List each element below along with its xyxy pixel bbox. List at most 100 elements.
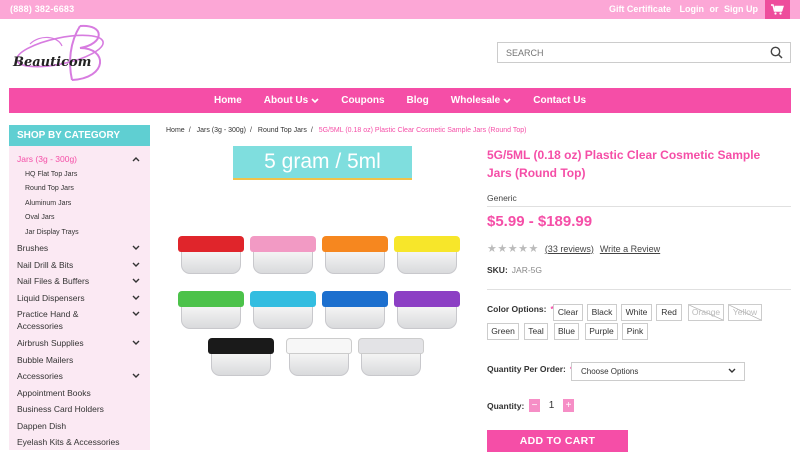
quantity-increase-button[interactable]: + bbox=[563, 399, 574, 412]
sidebar-item-jars[interactable]: Jars (3g - 300g) bbox=[9, 151, 150, 168]
jar-image bbox=[394, 236, 460, 274]
logo-text: Beauticom bbox=[13, 55, 92, 70]
product-title: 5G/5ML (0.18 oz) Plastic Clear Cosmetic … bbox=[487, 148, 761, 180]
sidebar-subitem-aluminum-jars[interactable]: Aluminum Jars bbox=[9, 197, 150, 212]
nav-about-us[interactable]: About Us bbox=[264, 95, 319, 106]
color-option-green[interactable]: Green bbox=[487, 323, 519, 340]
jar-body bbox=[397, 307, 457, 329]
jar-body bbox=[325, 252, 385, 274]
quantity-input[interactable]: 1 bbox=[540, 400, 563, 411]
sidebar-item-label: Brushes bbox=[17, 243, 49, 254]
quantity-label: Quantity: bbox=[487, 401, 525, 411]
rating-stars: ★★★★★ bbox=[487, 243, 539, 255]
sidebar-item-nail-files[interactable]: Nail Files & Buffers bbox=[9, 273, 150, 290]
sidebar-item-brushes[interactable]: Brushes bbox=[9, 240, 150, 257]
jar-image bbox=[178, 236, 244, 274]
nav-blog[interactable]: Blog bbox=[407, 95, 429, 106]
sidebar-subitem-oval-jars[interactable]: Oval Jars bbox=[9, 211, 150, 226]
chevron-down-icon[interactable] bbox=[132, 295, 140, 301]
reviews-link[interactable]: (33 reviews) bbox=[545, 244, 594, 254]
sidebar-item-practice-hand[interactable]: Practice Hand & Accessories bbox=[9, 306, 150, 335]
jar-lid bbox=[250, 236, 316, 252]
main-nav: Home About Us Coupons Blog Wholesale Con… bbox=[9, 88, 791, 113]
sidebar-item-airbrush-supplies[interactable]: Airbrush Supplies bbox=[9, 335, 150, 352]
sidebar-item-label: Jars (3g - 300g) bbox=[17, 154, 77, 164]
sidebar-item-label: Nail Drill & Bits bbox=[17, 259, 74, 270]
jar-lid bbox=[178, 236, 244, 252]
sidebar-subitem-jar-display-trays[interactable]: Jar Display Trays bbox=[9, 226, 150, 241]
breadcrumb-round-top-jars[interactable]: Round Top Jars bbox=[258, 127, 307, 134]
chevron-down-icon[interactable] bbox=[132, 262, 140, 268]
sidebar-item-bubble-mailers[interactable]: Bubble Mailers bbox=[9, 352, 150, 369]
search-input[interactable] bbox=[498, 43, 758, 63]
image-banner: 5 gram / 5ml bbox=[233, 146, 412, 180]
chevron-down-icon[interactable] bbox=[132, 278, 140, 284]
sku-label: SKU: bbox=[487, 265, 508, 275]
color-option-white[interactable]: White bbox=[621, 304, 652, 321]
jar-lid bbox=[250, 291, 316, 307]
jar-image bbox=[250, 236, 316, 274]
category-list: Jars (3g - 300g) HQ Flat Top Jars Round … bbox=[9, 151, 150, 451]
nav-wholesale[interactable]: Wholesale bbox=[451, 95, 511, 106]
product-image[interactable]: 5 gram / 5ml bbox=[166, 146, 478, 450]
product-brand[interactable]: Generic bbox=[487, 193, 517, 203]
jar-lid bbox=[208, 338, 274, 354]
color-option-teal[interactable]: Teal bbox=[524, 323, 548, 340]
select-value: Choose Options bbox=[581, 367, 639, 376]
color-option-purple[interactable]: Purple bbox=[585, 323, 618, 340]
chevron-down-icon bbox=[311, 97, 319, 103]
color-options-label: Color Options:* bbox=[487, 304, 554, 314]
quantity-per-order-select[interactable]: Choose Options bbox=[571, 362, 745, 381]
site-logo[interactable] bbox=[10, 22, 110, 84]
chevron-up-icon[interactable] bbox=[132, 156, 140, 162]
write-review-link[interactable]: Write a Review bbox=[600, 244, 660, 254]
color-option-blue[interactable]: Blue bbox=[554, 323, 579, 340]
sidebar-item-eyelash-kits[interactable]: Eyelash Kits & Accessories bbox=[9, 434, 150, 451]
nav-home[interactable]: Home bbox=[214, 95, 242, 106]
sidebar-item-dappen-dish[interactable]: Dappen Dish bbox=[9, 418, 150, 435]
color-option-black[interactable]: Black bbox=[587, 304, 617, 321]
sidebar-item-liquid-dispensers[interactable]: Liquid Dispensers bbox=[9, 290, 150, 307]
breadcrumb: Home / Jars (3g - 300g) / Round Top Jars / … bbox=[166, 127, 530, 134]
color-option-red[interactable]: Red bbox=[656, 304, 682, 321]
sidebar-item-label: Accessories bbox=[17, 371, 63, 382]
sidebar-item-business-card-holders[interactable]: Business Card Holders bbox=[9, 401, 150, 418]
logo-script-b bbox=[16, 24, 104, 81]
chevron-down-icon[interactable] bbox=[132, 340, 140, 346]
login-link[interactable]: Login bbox=[679, 4, 704, 14]
nav-contact-us[interactable]: Contact Us bbox=[533, 95, 586, 106]
jar-body bbox=[361, 354, 421, 376]
breadcrumb-home[interactable]: Home bbox=[166, 127, 185, 134]
chevron-down-icon[interactable] bbox=[132, 311, 140, 317]
nav-coupons[interactable]: Coupons bbox=[341, 95, 384, 106]
sidebar-item-nail-drill[interactable]: Nail Drill & Bits bbox=[9, 257, 150, 274]
color-option-clear[interactable]: Clear bbox=[553, 304, 583, 321]
add-to-cart-button[interactable]: ADD TO CART bbox=[487, 430, 628, 452]
or-text: or bbox=[709, 4, 719, 14]
phone-number[interactable]: (888) 382-6683 bbox=[10, 4, 74, 14]
product-sku: SKU: JAR-5G bbox=[487, 265, 542, 275]
breadcrumb-current: 5G/5ML (0.18 oz) Plastic Clear Cosmetic … bbox=[318, 127, 527, 134]
sidebar-item-appointment-books[interactable]: Appointment Books bbox=[9, 385, 150, 402]
breadcrumb-jars[interactable]: Jars (3g - 300g) bbox=[197, 127, 246, 134]
sidebar-item-label: Business Card Holders bbox=[17, 404, 104, 415]
nav-blog-label: Blog bbox=[406, 95, 429, 106]
chevron-down-icon[interactable] bbox=[132, 245, 140, 251]
divider bbox=[487, 289, 791, 290]
sidebar-subitem-hq-flat-top-jars[interactable]: HQ Flat Top Jars bbox=[9, 168, 150, 183]
signup-link[interactable]: Sign Up bbox=[724, 4, 758, 14]
jar-body bbox=[289, 354, 349, 376]
gift-certificate-link[interactable]: Gift Certificate bbox=[609, 4, 671, 14]
sidebar-item-accessories[interactable]: Accessories bbox=[9, 368, 150, 385]
cart-button[interactable] bbox=[765, 0, 790, 19]
color-option-pink[interactable]: Pink bbox=[622, 323, 648, 340]
breadcrumb-separator: / bbox=[250, 127, 252, 134]
jar-lid bbox=[178, 291, 244, 307]
chevron-down-icon bbox=[503, 97, 511, 103]
search-icon[interactable] bbox=[770, 46, 783, 59]
chevron-down-icon[interactable] bbox=[132, 373, 140, 379]
color-option-orange: Orange bbox=[688, 304, 724, 321]
quantity-per-order-text: Quantity Per Order: bbox=[487, 364, 566, 374]
quantity-decrease-button[interactable]: − bbox=[529, 399, 540, 412]
sidebar-subitem-round-top-jars[interactable]: Round Top Jars bbox=[9, 182, 150, 197]
